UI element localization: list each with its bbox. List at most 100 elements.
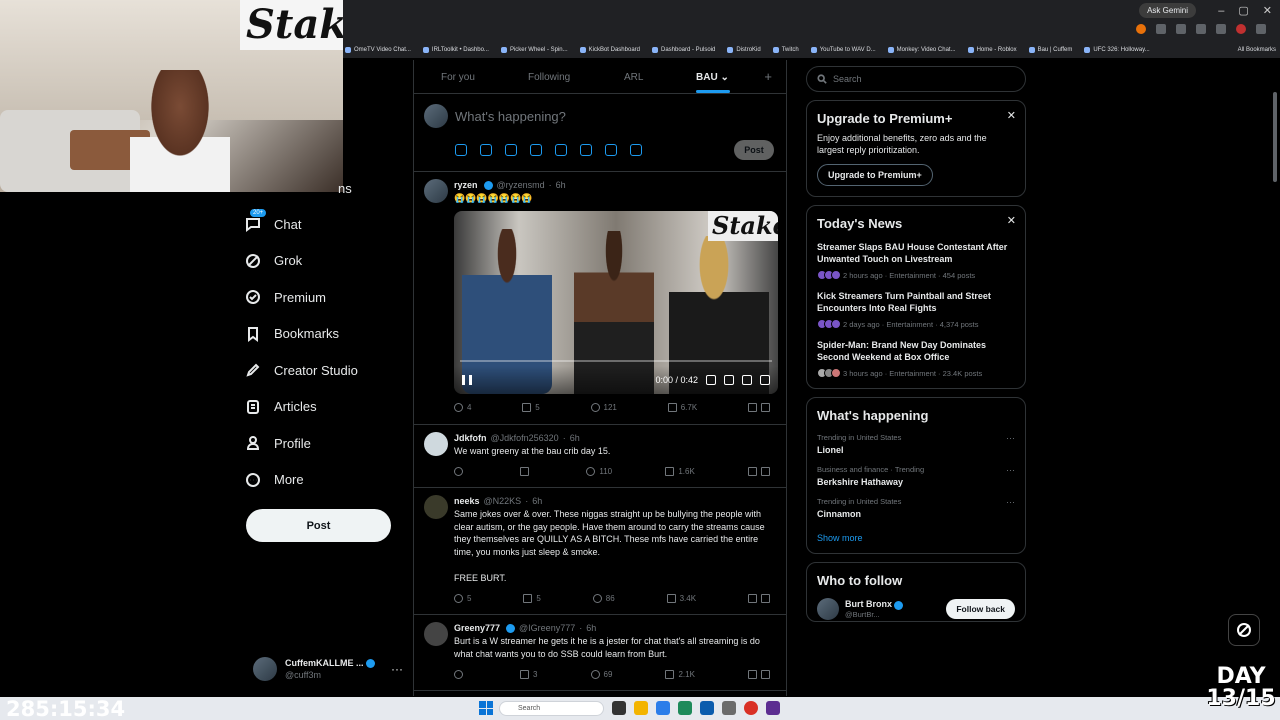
sidebar-item-grok[interactable]: Grok [244,243,404,280]
tweet-author-handle[interactable]: @N22KS [484,496,522,506]
chrome-icon[interactable] [744,701,758,715]
bookmark[interactable]: DistroKid [727,47,761,53]
extension-icon[interactable] [1176,24,1186,34]
fullscreen-icon[interactable] [760,374,770,385]
extension-icon[interactable] [1136,24,1146,34]
tweet-time[interactable]: 6h [570,433,580,443]
tweet-author-name[interactable]: ryzen [454,180,478,190]
more-dots-icon[interactable]: ··· [1006,433,1015,443]
tab-for-you[interactable]: For you [441,72,475,83]
ask-gemini-button[interactable]: Ask Gemini [1139,3,1196,18]
bookmark[interactable]: Monkey: Video Chat... [887,47,956,53]
sidebar-item-profile[interactable]: Profile [244,425,404,462]
trend-item[interactable]: Trending in United States Lionel ··· [817,433,1015,455]
minimize-icon[interactable]: – [1218,5,1224,17]
like-button[interactable]: 69 [590,669,612,679]
avatar[interactable] [424,431,448,456]
like-button[interactable]: 110 [586,466,612,476]
bookmark[interactable]: KickBot Dashboard [579,47,640,53]
all-bookmarks[interactable]: All Bookmarks [1238,47,1276,53]
tab-following[interactable]: Following [528,72,570,83]
profile-avatar-icon[interactable] [1236,24,1246,34]
grok-icon[interactable] [505,144,517,156]
account-switcher[interactable]: CuffemKALLME ... @cuff3m ··· [253,654,403,684]
app-icon[interactable] [678,701,692,715]
windows-start-icon[interactable] [479,701,493,715]
close-icon[interactable]: ✕ [1007,214,1016,227]
trend-item[interactable]: Business and finance · Trending Berkshir… [817,465,1015,487]
sidebar-item-premium[interactable]: Premium [244,279,404,316]
share-icon[interactable] [760,669,770,679]
app-icon[interactable] [766,701,780,715]
trend-item[interactable]: Trending in United States Cinnamon ··· [817,497,1015,519]
tweet-author-name[interactable]: Jdkfofn [454,433,487,443]
repost-button[interactable] [520,466,533,476]
tweet[interactable]: Jdkfofn @Jdkfofn256320 · 6h ⊘··· We want… [414,425,786,489]
tweet-time[interactable]: 6h [556,180,566,190]
file-explorer-icon[interactable] [634,701,648,715]
bookmark-icon[interactable] [747,669,757,679]
more-dots-icon[interactable]: ··· [1006,465,1015,475]
app-icon[interactable] [700,701,714,715]
share-icon[interactable] [760,466,770,476]
tweet-time[interactable]: 6h [586,623,596,633]
more-dots-icon[interactable]: ··· [1006,497,1015,507]
video-progress-bar[interactable] [460,359,772,362]
tweet[interactable]: neeks @N22KS · 6h ⊘··· Same jokes over &… [414,488,786,616]
bookmark-icon[interactable] [747,466,757,476]
flag-icon[interactable] [630,144,642,156]
page-scrollbar[interactable] [1272,62,1278,696]
bookmark[interactable]: Picker Wheel - Spin... [500,47,568,53]
add-tab-icon[interactable]: + [764,69,772,84]
avatar[interactable] [424,622,448,647]
mute-icon[interactable] [706,374,716,385]
extension-icon[interactable] [1156,24,1166,34]
views-button[interactable]: 3.4K [666,593,696,603]
tweet-time[interactable]: 6h [532,496,542,506]
video-player[interactable]: Stake 0:00 / 0:42 [454,210,778,394]
maximize-icon[interactable]: ▢ [1238,4,1248,17]
bookmark-icon[interactable] [747,593,757,603]
browser-menu-icon[interactable] [1256,24,1266,34]
bookmark[interactable]: Bau | Cuffem [1028,47,1072,53]
schedule-icon[interactable] [580,144,592,156]
taskbar-search[interactable]: Search [499,701,604,716]
repost-button[interactable]: 5 [523,593,541,603]
like-button[interactable]: 86 [592,593,615,603]
news-item[interactable]: Spider-Man: Brand New Day Dominates Seco… [817,339,1015,378]
scrollbar-thumb[interactable] [1273,92,1277,182]
tweet[interactable]: Greeny777 @IGreeny777 · 6h ⊘··· Burt is … [414,615,786,692]
pip-icon[interactable] [742,374,752,385]
bookmark[interactable]: Home - Roblox [967,47,1017,53]
bookmark[interactable]: IRLToolkit • Dashbo... [422,47,489,53]
close-window-icon[interactable]: ✕ [1263,4,1272,17]
reply-button[interactable] [454,669,467,679]
tweet-author-name[interactable]: Greeny777 [454,623,500,633]
composer-input[interactable]: What's happening? [455,109,566,124]
pause-icon[interactable] [462,374,472,385]
app-icon[interactable] [656,701,670,715]
follow-suggestion[interactable]: Burt Bronx @BurtBr... Follow back [817,598,1015,620]
taskview-icon[interactable] [612,701,626,715]
tweet-author-handle[interactable]: @IGreeny777 [519,623,575,633]
bookmark-icon[interactable] [747,403,757,413]
bookmark[interactable]: YouTube to WAV D... [810,47,876,53]
settings-icon[interactable] [724,374,734,385]
sidebar-item-bookmarks[interactable]: Bookmarks [244,316,404,353]
tweet[interactable]: ryzen @ryzensmd · 6h ⊘··· 😭😭😭😭😭😭😭 Stake … [414,172,786,425]
upgrade-premium-button[interactable]: Upgrade to Premium+ [817,164,933,186]
repost-button[interactable]: 3 [520,669,537,679]
app-icon[interactable] [722,701,736,715]
bookmark[interactable]: UFC 326: Holloway... [1084,47,1150,53]
sidebar-item-chat[interactable]: 20+ Chat [244,206,404,243]
sidebar-item-more[interactable]: More [244,462,404,499]
tweet-author-name[interactable]: neeks [454,496,480,506]
share-icon[interactable] [760,403,770,413]
avatar[interactable] [424,495,448,520]
news-item[interactable]: Streamer Slaps BAU House Contestant Afte… [817,241,1015,280]
composer-post-button[interactable]: Post [734,140,774,160]
sidebar-item-articles[interactable]: Articles [244,389,404,426]
grok-floating-button[interactable] [1228,614,1260,646]
bookmark[interactable]: Twitch [772,47,799,53]
reply-button[interactable] [454,466,467,476]
